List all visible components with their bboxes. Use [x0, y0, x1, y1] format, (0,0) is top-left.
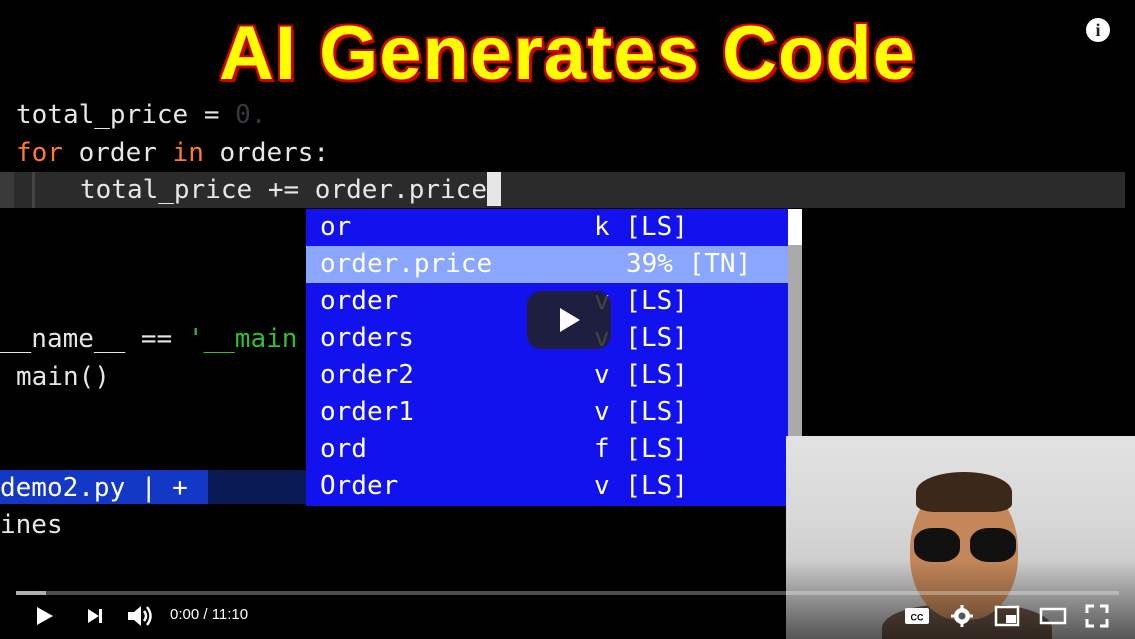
captions-icon[interactable]: CC — [904, 606, 930, 626]
settings-icon[interactable] — [950, 604, 974, 628]
indent-guide — [32, 172, 35, 208]
text-cursor — [487, 172, 501, 206]
completion-item[interactable]: order1 v [LS] — [306, 394, 788, 431]
info-icon[interactable]: i — [1086, 18, 1110, 42]
completion-scrollbar-thumb[interactable] — [788, 209, 802, 245]
large-play-button[interactable] — [527, 291, 611, 349]
video-frame[interactable]: total_price = 0. for order in orders: to… — [0, 0, 1135, 639]
svg-text:CC: CC — [911, 613, 924, 623]
editor-status-bar: demo2.py | + — [0, 470, 208, 504]
progress-bar[interactable] — [16, 591, 1119, 595]
play-icon — [560, 308, 580, 332]
completion-item[interactable]: or k [LS] — [306, 209, 788, 246]
theater-icon[interactable] — [1039, 606, 1067, 626]
status-bar-fill — [208, 470, 308, 504]
volume-icon[interactable] — [126, 603, 154, 629]
code-line-4: __name__ == '__main — [0, 324, 298, 354]
play-icon[interactable] — [32, 604, 56, 628]
code-line-3: total_price += order.price — [80, 172, 501, 206]
completion-popup: or k [LS] order.price 39% [TN] order v [LS]… — [306, 209, 788, 506]
fullscreen-icon[interactable] — [1085, 604, 1109, 628]
code-line-1: total_price = 0. — [16, 100, 267, 130]
sunglasses-left — [914, 528, 960, 562]
next-icon[interactable] — [84, 605, 106, 627]
completion-item[interactable]: Order v [LS] — [306, 468, 788, 505]
gutter-marker — [0, 172, 14, 208]
code-line-5: main() — [16, 362, 110, 392]
video-title-overlay: AI Generates Code — [219, 11, 916, 96]
time-display: 0:00 / 11:10 — [170, 606, 249, 623]
code-line-6: ines — [0, 510, 63, 540]
presenter-hair — [916, 472, 1012, 512]
progress-buffered — [16, 591, 46, 595]
completion-item-selected[interactable]: order.price 39% [TN] — [306, 246, 788, 283]
sunglasses-right — [970, 528, 1016, 562]
miniplayer-icon[interactable] — [994, 605, 1020, 627]
completion-item[interactable]: order2 v [LS] — [306, 357, 788, 394]
code-line-2: for order in orders: — [16, 138, 330, 168]
completion-item[interactable]: ord f [LS] — [306, 431, 788, 468]
